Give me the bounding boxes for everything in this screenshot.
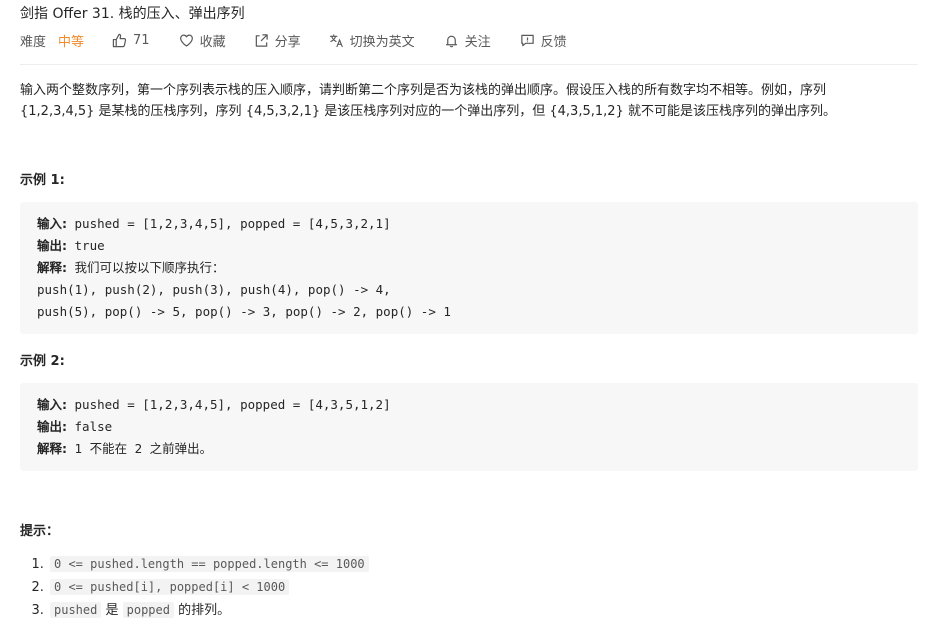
input-value: pushed = [1,2,3,4,5], popped = [4,3,5,1,… — [67, 397, 391, 412]
share-label: 分享 — [274, 34, 301, 50]
description-line: {1,2,3,4,5} 是某栈的压栈序列，序列 {4,5,3,2,1} 是该压栈… — [20, 104, 836, 119]
favorite-button[interactable]: 收藏 — [179, 31, 226, 50]
translate-icon — [329, 33, 343, 47]
like-count: 71 — [133, 32, 150, 48]
hint-item: 0 <= pushed.length == popped.length <= 1… — [48, 553, 369, 576]
hint-item: pushed 是 popped 的排列。 — [48, 599, 369, 622]
switch-language-label: 切换为英文 — [349, 34, 415, 50]
difficulty-label: 难度 — [20, 34, 47, 50]
hint-text: 的排列。 — [173, 603, 231, 618]
hint-code: pushed — [50, 602, 102, 618]
follow-button[interactable]: 关注 — [444, 31, 491, 50]
hints-list: 0 <= pushed.length == popped.length <= 1… — [32, 553, 369, 622]
input-label: 输入: — [37, 216, 67, 231]
explanation-value: 1 不能在 2 之前弹出。 — [67, 441, 213, 456]
example-1-output: 输出: true — [37, 235, 901, 257]
example-1-steps-line: push(1), push(2), push(3), push(4), pop(… — [37, 282, 391, 297]
problem-description: 输入两个整数序列，第一个序列表示栈的压入顺序，请判断第二个序列是否为该栈的弹出顺… — [20, 80, 918, 122]
hint-code: popped — [122, 602, 174, 618]
example-1-heading: 示例 1: — [20, 173, 65, 188]
share-button[interactable]: 分享 — [254, 31, 301, 50]
hint-item: 0 <= pushed[i], popped[i] < 1000 — [48, 576, 369, 599]
example-2-input: 输入: pushed = [1,2,3,4,5], popped = [4,3,… — [37, 394, 901, 416]
bell-icon — [445, 35, 457, 47]
hint-text: 是 — [101, 603, 123, 618]
input-label: 输入: — [37, 397, 67, 412]
explanation-value: 我们可以按以下顺序执行： — [67, 260, 225, 275]
example-2-heading: 示例 2: — [20, 354, 65, 369]
output-value: true — [67, 238, 105, 253]
feedback-button[interactable]: 反馈 — [520, 31, 567, 50]
explanation-label: 解释: — [37, 260, 67, 275]
example-2-output: 输出: false — [37, 416, 901, 438]
follow-label: 关注 — [464, 34, 491, 50]
example-1-explanation: 解释: 我们可以按以下顺序执行： — [37, 257, 901, 279]
like-button[interactable]: 71 — [112, 33, 150, 48]
share-icon — [255, 33, 268, 47]
heart-icon — [179, 34, 193, 47]
feedback-label: 反馈 — [540, 34, 567, 50]
hint-code: 0 <= pushed[i], popped[i] < 1000 — [50, 579, 290, 595]
output-label: 输出: — [37, 419, 67, 434]
example-2-explanation: 解释: 1 不能在 2 之前弹出。 — [37, 438, 901, 460]
header-divider — [20, 64, 918, 65]
favorite-label: 收藏 — [199, 34, 226, 50]
example-1-block: 输入: pushed = [1,2,3,4,5], popped = [4,5,… — [20, 202, 918, 334]
hint-code: 0 <= pushed.length == popped.length <= 1… — [50, 556, 369, 572]
problem-title: 剑指 Offer 31. 栈的压入、弹出序列 — [20, 6, 245, 22]
example-1-steps-line: push(5), pop() -> 5, pop() -> 3, pop() -… — [37, 304, 451, 319]
explanation-label: 解释: — [37, 441, 67, 456]
example-2-block: 输入: pushed = [1,2,3,4,5], popped = [4,3,… — [20, 383, 918, 471]
problem-meta-bar: 难度 中等 71 收藏 分享 切换为英文 关注 反馈 — [20, 31, 567, 50]
description-line: 输入两个整数序列，第一个序列表示栈的压入顺序，请判断第二个序列是否为该栈的弹出顺… — [20, 83, 827, 98]
switch-language-button[interactable]: 切换为英文 — [329, 31, 415, 50]
input-value: pushed = [1,2,3,4,5], popped = [4,5,3,2,… — [67, 216, 391, 231]
output-value: false — [67, 419, 113, 434]
example-1-input: 输入: pushed = [1,2,3,4,5], popped = [4,5,… — [37, 213, 901, 235]
thumbs-up-icon — [112, 33, 127, 47]
output-label: 输出: — [37, 238, 67, 253]
feedback-icon — [520, 34, 534, 46]
hints-heading: 提示： — [20, 524, 60, 539]
difficulty-badge: 中等 — [58, 34, 85, 50]
